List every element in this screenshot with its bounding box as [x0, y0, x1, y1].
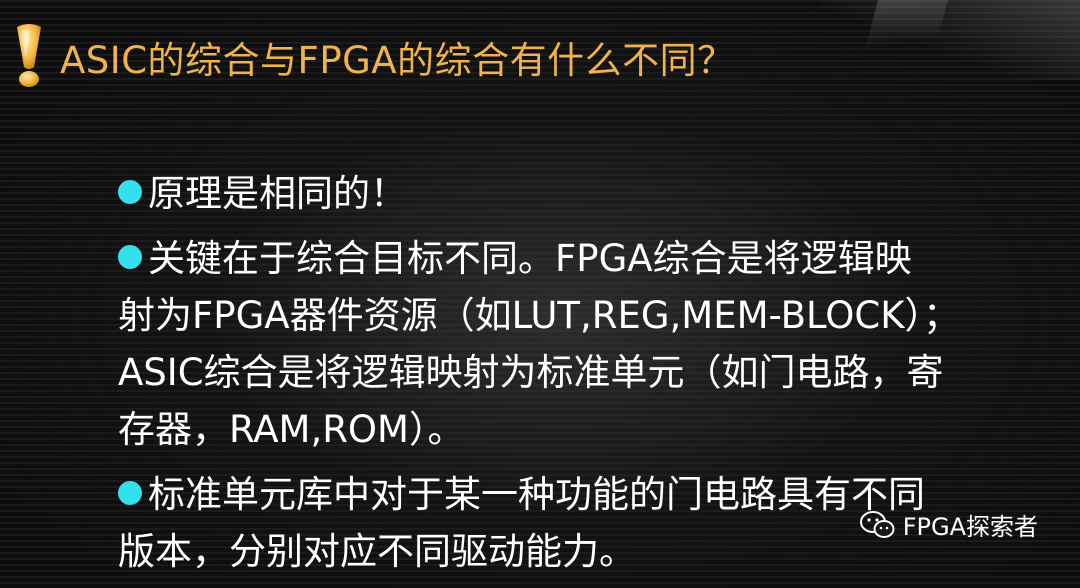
bullet-item-1: 原理是相同的！ [118, 165, 1068, 222]
bullet-dot-icon [118, 180, 142, 204]
page-title: ASIC的综合与FPGA的综合有什么不同？ [60, 39, 735, 82]
watermark-text: FPGA探索者 [902, 513, 1038, 541]
wechat-icon [859, 510, 895, 538]
bullet-line: 关键在于综合目标不同。FPGA综合是将逻辑映 [148, 237, 912, 280]
bullet-line: ASIC综合是将逻辑映射为标准单元（如门电路，寄 [118, 351, 944, 394]
title-row: ASIC的综合与FPGA的综合有什么不同？ [8, 22, 735, 92]
bullet-item-2: 关键在于综合目标不同。FPGA综合是将逻辑映 射为FPGA器件资源（如LUT,R… [118, 230, 1068, 458]
corner-decoration [820, 0, 1080, 80]
watermark: FPGA探索者 [859, 507, 1038, 542]
exclamation-icon [17, 24, 41, 87]
bullet-line: 存器，RAM,ROM）。 [118, 408, 465, 451]
bullet-line: 射为FPGA器件资源（如LUT,REG,MEM-BLOCK）； [118, 294, 960, 337]
bullet-line: 标准单元库中对于某一种功能的门电路具有不同 [148, 473, 925, 516]
slide: ASIC的综合与FPGA的综合有什么不同？ 原理是相同的！ 关键在于综合目标不同… [0, 0, 1080, 576]
bullet-dot-icon [118, 481, 142, 505]
bullet-line: 原理是相同的！ [148, 172, 407, 215]
bullet-dot-icon [118, 245, 142, 269]
